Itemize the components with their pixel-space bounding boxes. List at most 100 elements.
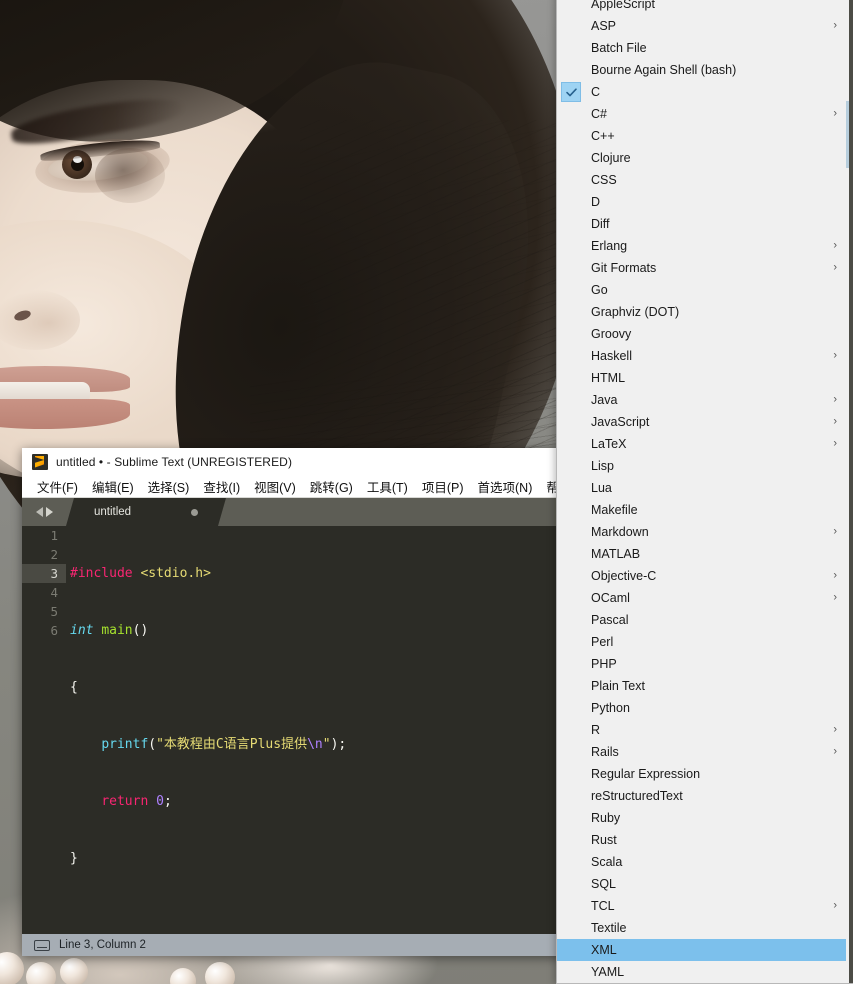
syntax-menu-item-plain-text[interactable]: Plain Text <box>557 675 853 697</box>
menu-tools[interactable]: 工具(T) <box>360 477 415 496</box>
token-escape-sequence: \n <box>307 737 323 752</box>
chevron-right-icon: › <box>833 349 837 362</box>
syntax-menu-item-css[interactable]: CSS <box>557 169 853 191</box>
token-paren-open: ( <box>148 737 157 752</box>
line-number-gutter: 1 2 3 4 5 6 <box>22 526 66 934</box>
cursor-position[interactable]: Line 3, Column 2 <box>59 939 146 951</box>
syntax-menu-item-perl[interactable]: Perl <box>557 631 853 653</box>
syntax-menu-item-javascript[interactable]: JavaScript › <box>557 411 853 433</box>
syntax-menu-item-ocaml[interactable]: OCaml › <box>557 587 853 609</box>
syntax-menu-item-d[interactable]: D <box>557 191 853 213</box>
menu-project[interactable]: 项目(P) <box>415 477 471 496</box>
tab-scroll-arrows[interactable] <box>22 498 66 526</box>
syntax-menu-item-matlab[interactable]: MATLAB <box>557 543 853 565</box>
wallpaper-pearl <box>60 958 88 984</box>
syntax-menu-item-ruby[interactable]: Ruby <box>557 807 853 829</box>
syntax-menu-item-c[interactable]: C++ <box>557 125 853 147</box>
syntax-menu-item-label: LaTeX <box>591 437 627 451</box>
syntax-menu-item-batch-file[interactable]: Batch File <box>557 37 853 59</box>
menu-preferences[interactable]: 首选项(N) <box>471 477 540 496</box>
syntax-menu-item-tcl[interactable]: TCL › <box>557 895 853 917</box>
syntax-menu-item-git-formats[interactable]: Git Formats › <box>557 257 853 279</box>
line-number: 5 <box>50 604 58 619</box>
syntax-menu-item-restructuredtext[interactable]: reStructuredText <box>557 785 853 807</box>
syntax-menu-item-label: Git Formats <box>591 261 657 275</box>
syntax-menu-item-makefile[interactable]: Makefile <box>557 499 853 521</box>
syntax-menu-item-label: OCaml <box>591 591 630 605</box>
syntax-menu-item-rails[interactable]: Rails › <box>557 741 853 763</box>
syntax-menu-item-objective-c[interactable]: Objective-C › <box>557 565 853 587</box>
menu-goto[interactable]: 跳转(G) <box>303 477 360 496</box>
syntax-menu-item-python[interactable]: Python <box>557 697 853 719</box>
token-number: 0 <box>156 794 164 809</box>
code-content[interactable]: #include <stdio.h> int main() { printf("… <box>70 526 638 934</box>
menu-bar: 文件(F) 编辑(E) 选择(S) 查找(I) 视图(V) 跳转(G) 工具(T… <box>22 475 638 498</box>
wallpaper-pearl <box>26 962 56 984</box>
syntax-menu-item-label: Batch File <box>591 41 647 55</box>
sublime-text-window: untitled • - Sublime Text (UNREGISTERED)… <box>22 448 638 956</box>
syntax-menu-item-diff[interactable]: Diff <box>557 213 853 235</box>
syntax-menu-item-java[interactable]: Java › <box>557 389 853 411</box>
syntax-menu-item-sql[interactable]: SQL <box>557 873 853 895</box>
syntax-menu-item-latex[interactable]: LaTeX › <box>557 433 853 455</box>
syntax-menu-item-haskell[interactable]: Haskell › <box>557 345 853 367</box>
syntax-menu-item-markdown[interactable]: Markdown › <box>557 521 853 543</box>
syntax-menu-item-label: Haskell <box>591 349 632 363</box>
menu-file[interactable]: 文件(F) <box>30 477 85 496</box>
syntax-menu-item-label: Java <box>591 393 618 407</box>
syntax-menu-item-textile[interactable]: Textile <box>557 917 853 939</box>
token-type: int <box>70 623 94 638</box>
syntax-menu-item-scala[interactable]: Scala <box>557 851 853 873</box>
syntax-menu-item-php[interactable]: PHP <box>557 653 853 675</box>
syntax-menu-item-bourne-again-shell-bash[interactable]: Bourne Again Shell (bash) <box>557 59 853 81</box>
window-titlebar[interactable]: untitled • - Sublime Text (UNREGISTERED) <box>22 448 638 475</box>
tab-next-arrow-icon[interactable] <box>45 507 53 517</box>
code-editor[interactable]: 1 2 3 4 5 6 #include <stdio.h> int main(… <box>22 526 638 934</box>
syntax-menu-item-r[interactable]: R › <box>557 719 853 741</box>
code-line-5: return 0; <box>70 792 638 811</box>
token-brace-close: } <box>70 851 78 866</box>
line-number: 6 <box>50 623 58 638</box>
code-line-6: } <box>70 849 638 868</box>
syntax-menu-item-label: Diff <box>591 217 610 231</box>
syntax-menu-item-rust[interactable]: Rust <box>557 829 853 851</box>
syntax-menu-item-groovy[interactable]: Groovy <box>557 323 853 345</box>
keyboard-icon <box>34 939 50 951</box>
syntax-menu-list[interactable]: AppleScript ASP › Batch File Bourne Again Sh… <box>557 0 853 983</box>
tab-prev-arrow-icon[interactable] <box>35 507 43 517</box>
syntax-menu-item-label: Rails <box>591 745 619 759</box>
syntax-menu-item-clojure[interactable]: Clojure <box>557 147 853 169</box>
syntax-menu-item-asp[interactable]: ASP › <box>557 15 853 37</box>
menu-find[interactable]: 查找(I) <box>196 477 247 496</box>
status-bar: Line 3, Column 2 Tab Size: 4 <box>22 934 638 956</box>
editor-tab-untitled[interactable]: untitled <box>66 498 226 526</box>
menu-edit[interactable]: 编辑(E) <box>85 477 141 496</box>
syntax-selection-menu[interactable]: AppleScript ASP › Batch File Bourne Again Sh… <box>556 0 853 984</box>
syntax-menu-item-c[interactable]: C <box>557 81 853 103</box>
menu-view[interactable]: 视图(V) <box>247 477 303 496</box>
syntax-menu-item-graphviz-dot[interactable]: Graphviz (DOT) <box>557 301 853 323</box>
code-line-2: int main() <box>70 621 638 640</box>
menu-right-edge <box>849 0 853 983</box>
syntax-menu-item-label: Erlang <box>591 239 628 253</box>
syntax-menu-item-html[interactable]: HTML <box>557 367 853 389</box>
line-number: 3 <box>50 566 58 581</box>
token-string: "本教程由C语言Plus提供 <box>156 737 308 752</box>
syntax-menu-item-lisp[interactable]: Lisp <box>557 455 853 477</box>
syntax-menu-item-label: MATLAB <box>591 547 641 561</box>
wallpaper-pearl <box>205 962 235 984</box>
menu-selection[interactable]: 选择(S) <box>141 477 197 496</box>
chevron-right-icon: › <box>833 19 837 32</box>
syntax-menu-item-applescript[interactable]: AppleScript <box>557 0 853 15</box>
syntax-menu-item-yaml[interactable]: YAML <box>557 961 853 983</box>
syntax-menu-item-lua[interactable]: Lua <box>557 477 853 499</box>
chevron-right-icon: › <box>833 591 837 604</box>
chevron-right-icon: › <box>833 437 837 450</box>
syntax-menu-item-erlang[interactable]: Erlang › <box>557 235 853 257</box>
syntax-menu-item-pascal[interactable]: Pascal <box>557 609 853 631</box>
syntax-menu-item-xml[interactable]: XML <box>557 939 853 961</box>
syntax-menu-item-c[interactable]: C# › <box>557 103 853 125</box>
syntax-menu-item-label: Scala <box>591 855 623 869</box>
syntax-menu-item-go[interactable]: Go <box>557 279 853 301</box>
syntax-menu-item-regular-expression[interactable]: Regular Expression <box>557 763 853 785</box>
